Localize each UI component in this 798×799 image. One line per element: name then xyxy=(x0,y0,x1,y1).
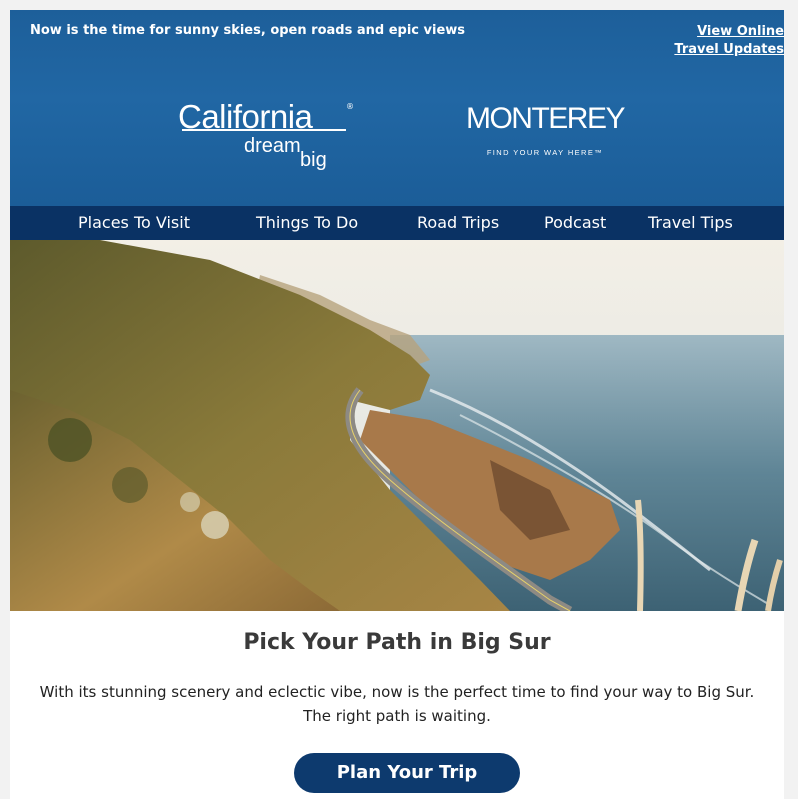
header-tagline: Now is the time for sunny skies, open ro… xyxy=(30,23,466,38)
plan-your-trip-button[interactable]: Plan Your Trip xyxy=(294,753,520,793)
main-nav: Places To Visit Things To Do Road Trips … xyxy=(10,206,784,240)
hero-image[interactable] xyxy=(10,240,784,611)
california-logo-dream: dream xyxy=(244,135,301,157)
section-body: With its stunning scenery and eclectic v… xyxy=(39,683,755,725)
california-logo-registered: ® xyxy=(346,102,354,111)
email-header: Now is the time for sunny skies, open ro… xyxy=(10,10,784,206)
california-logo-underline xyxy=(182,129,346,131)
nav-item-road-trips[interactable]: Road Trips xyxy=(417,206,499,240)
travel-updates-link[interactable]: Travel Updates xyxy=(624,41,784,59)
view-online-link[interactable]: View Online xyxy=(624,23,784,41)
monterey-logo-tagline: FIND YOUR WAY HERE™ xyxy=(486,148,604,157)
section-title: Pick Your Path in Big Sur xyxy=(243,630,551,655)
big-sur-coastline-photo xyxy=(10,240,784,611)
nav-item-travel-tips[interactable]: Travel Tips xyxy=(648,206,733,240)
nav-item-places-to-visit[interactable]: Places To Visit xyxy=(78,206,190,240)
monterey-logo-word: MONTEREY xyxy=(465,102,626,135)
header-links: View Online Travel Updates xyxy=(624,23,784,59)
email-container: Now is the time for sunny skies, open ro… xyxy=(10,10,784,799)
california-logo[interactable]: California ® dream big xyxy=(178,98,358,178)
nav-item-things-to-do[interactable]: Things To Do xyxy=(256,206,358,240)
monterey-logo[interactable]: MONTEREY FIND YOUR WAY HERE™ xyxy=(462,102,632,157)
nav-item-podcast[interactable]: Podcast xyxy=(544,206,606,240)
california-logo-big: big xyxy=(300,149,327,171)
